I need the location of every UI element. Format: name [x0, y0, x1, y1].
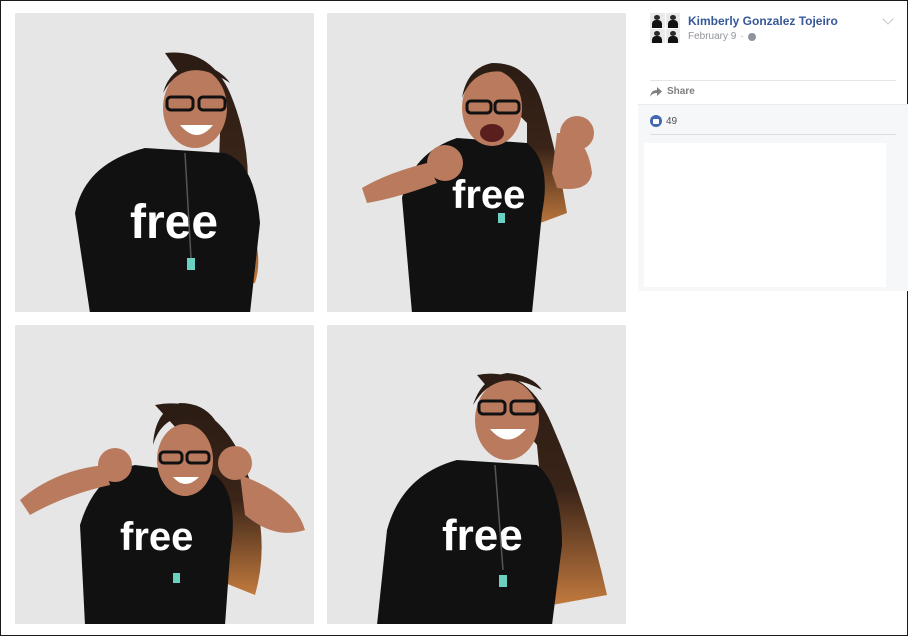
- share-arrow-icon: [650, 86, 662, 97]
- divider: [650, 134, 896, 135]
- photo-1[interactable]: free: [15, 13, 314, 312]
- photo-4-image: free: [327, 325, 626, 624]
- post-meta: February 9 ·: [688, 31, 756, 42]
- shirt-text: free: [130, 196, 218, 249]
- photo-1-image: free: [15, 13, 314, 312]
- photo-viewer: free free free free Kimberly Gonzalez To…: [0, 0, 908, 636]
- photo-4[interactable]: free: [327, 325, 626, 624]
- globe-icon[interactable]: [747, 32, 756, 41]
- photo-3-image: free: [15, 325, 314, 624]
- divider: [650, 80, 896, 81]
- post-date[interactable]: February 9: [688, 31, 736, 42]
- photo-2-image: free: [327, 13, 626, 312]
- photo-3[interactable]: free: [15, 325, 314, 624]
- post-side-panel: Kimberly Gonzalez Tojeiro February 9 · S…: [638, 1, 908, 291]
- thumbs-up-icon: [650, 115, 662, 127]
- like-count-link[interactable]: 49: [650, 115, 677, 127]
- share-label: Share: [667, 86, 695, 97]
- shirt-text: free: [442, 511, 523, 560]
- author-name-link[interactable]: Kimberly Gonzalez Tojeiro: [688, 14, 838, 28]
- reactions-area: 49: [638, 104, 908, 291]
- shirt-text: free: [452, 173, 525, 217]
- chevron-down-icon[interactable]: [882, 13, 894, 25]
- comments-area: [644, 143, 886, 287]
- share-button[interactable]: Share: [650, 86, 695, 97]
- shirt-text: free: [120, 515, 193, 559]
- like-count: 49: [666, 115, 678, 127]
- meta-separator: ·: [740, 31, 744, 42]
- photo-2[interactable]: free: [327, 13, 626, 312]
- author-avatar[interactable]: [650, 13, 680, 43]
